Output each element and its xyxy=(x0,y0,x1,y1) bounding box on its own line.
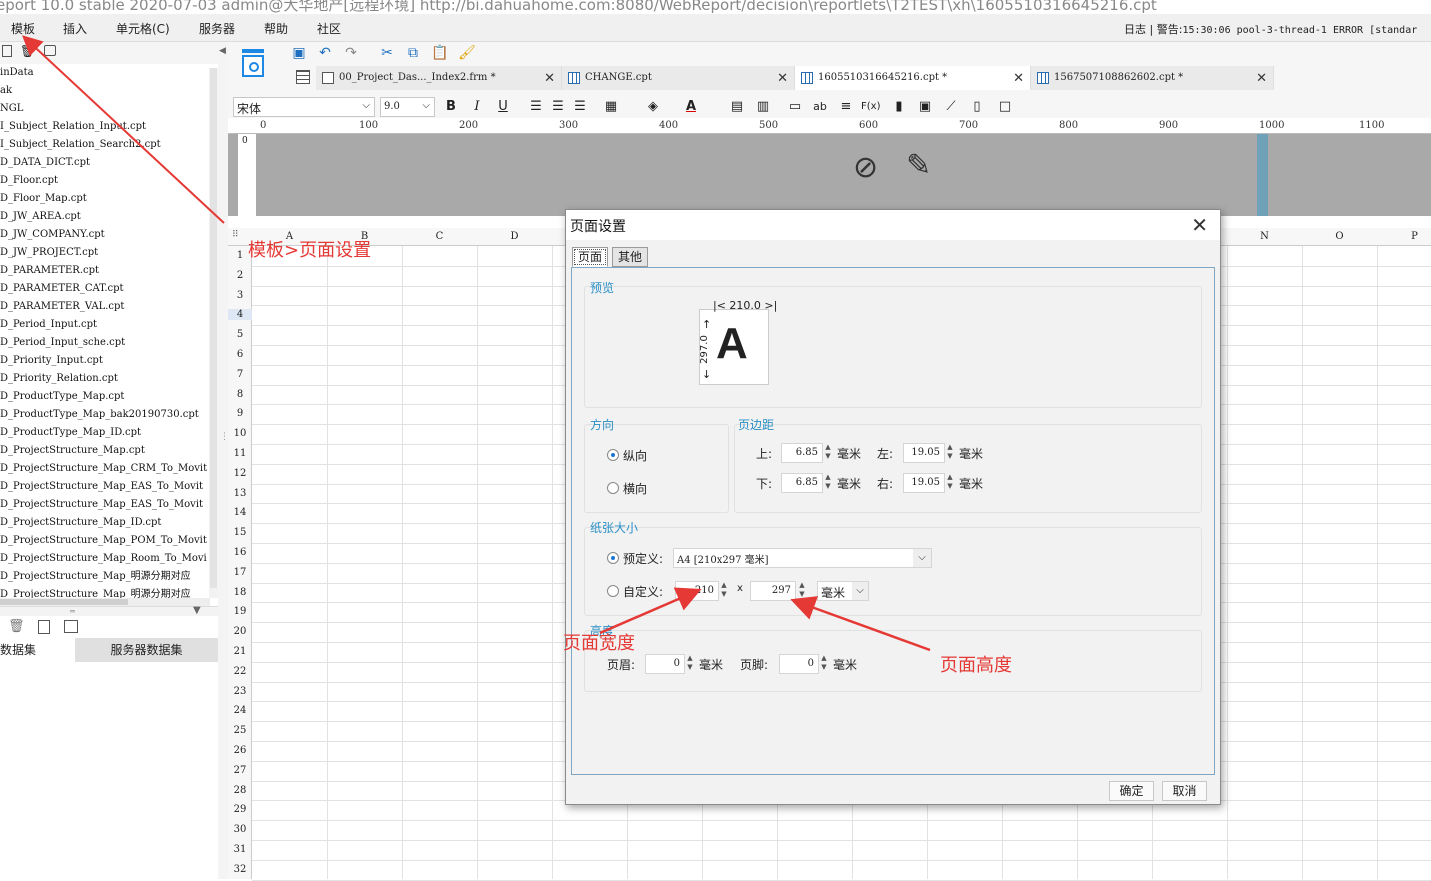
annotation-page-height: 页面高度 xyxy=(940,655,1012,676)
annotation-arrows xyxy=(22,35,931,652)
grid-line xyxy=(252,879,1431,881)
annotation-arrow-width xyxy=(599,587,702,635)
annotation-arrow-menu xyxy=(22,35,225,224)
annotation-arrow-height xyxy=(790,596,931,652)
annotation-page-setup: 模板>页面设置 xyxy=(248,240,372,261)
annotation-page-width: 页面宽度 xyxy=(563,633,635,654)
